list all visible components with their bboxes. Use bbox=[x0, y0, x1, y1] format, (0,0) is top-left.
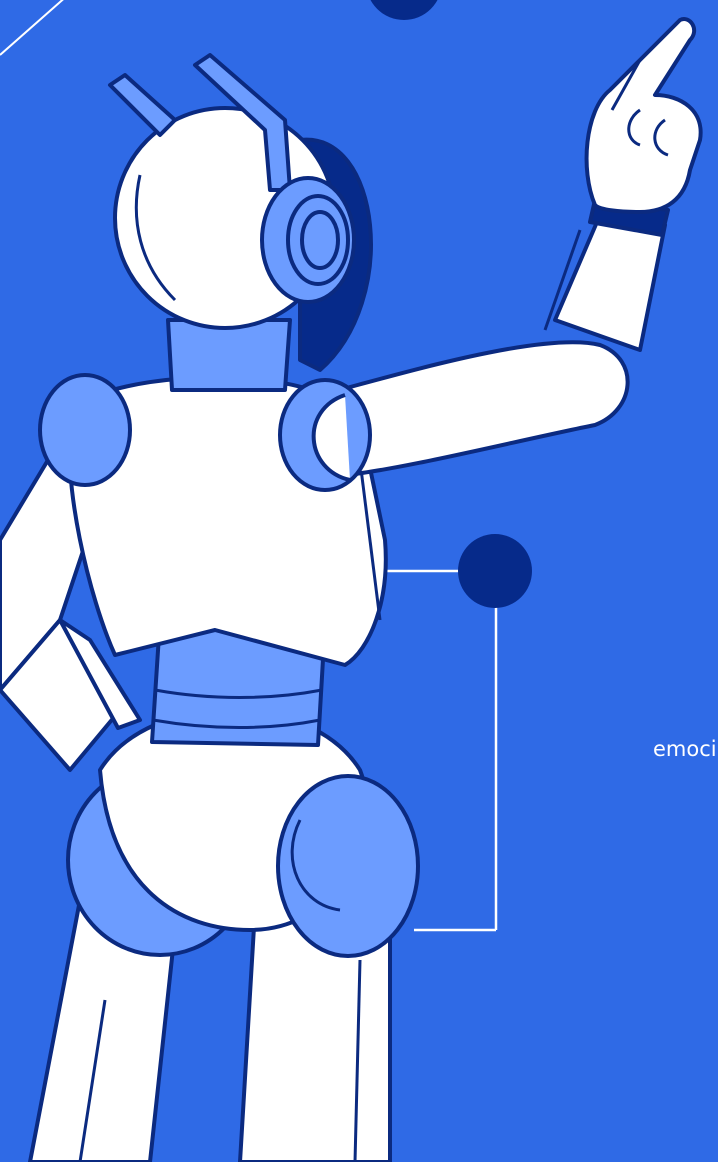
robot-illustration bbox=[0, 0, 703, 1162]
robot-hips bbox=[66, 708, 420, 958]
connector-dot bbox=[458, 534, 532, 608]
top-dot bbox=[370, 0, 438, 20]
corner-decoration-line bbox=[0, 0, 64, 56]
caption-text: emoci bbox=[653, 737, 717, 761]
robot-hand-pointing bbox=[584, 17, 703, 237]
robot-neck bbox=[166, 318, 292, 392]
robot-left-shoulder bbox=[38, 373, 132, 487]
robot-head bbox=[108, 53, 373, 372]
